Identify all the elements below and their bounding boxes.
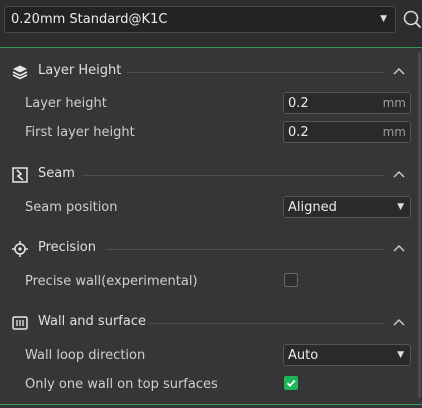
seam-position-select[interactable]: Aligned ▼ <box>283 196 411 218</box>
section-header-layer-height[interactable]: Layer Height <box>0 60 418 84</box>
setting-row-precise-wall: Precise wall(experimental) <box>0 270 418 294</box>
chevron-down-icon: ▼ <box>397 350 404 360</box>
search-icon[interactable] <box>402 9 422 31</box>
checkmark-icon <box>286 379 296 387</box>
preset-toolbar: 0.20mm Standard@K1C ▼ <box>0 0 422 48</box>
section-header-seam[interactable]: Seam <box>0 163 418 187</box>
section-title: Precision <box>38 240 97 255</box>
section-rule <box>106 249 384 250</box>
section-rule <box>148 323 384 324</box>
unit-label: mm <box>382 125 406 139</box>
section-title: Layer Height <box>38 63 122 78</box>
setting-label: First layer height <box>25 125 135 140</box>
chevron-up-icon[interactable] <box>392 317 406 327</box>
setting-label: Seam position <box>25 200 118 215</box>
chevron-down-icon: ▼ <box>380 14 387 24</box>
wall-icon <box>12 316 28 330</box>
preset-dropdown[interactable]: 0.20mm Standard@K1C ▼ <box>4 6 396 33</box>
section-title: Wall and surface <box>38 314 146 329</box>
crosshair-icon <box>12 241 28 257</box>
input-value: 0.2 <box>288 125 309 140</box>
chevron-up-icon[interactable] <box>392 243 406 253</box>
setting-label: Layer height <box>25 96 107 111</box>
select-value: Auto <box>288 348 319 363</box>
section-header-wall-and-surface[interactable]: Wall and surface <box>0 311 418 335</box>
first-layer-height-input[interactable]: 0.2 mm <box>283 121 411 143</box>
bottom-divider <box>0 404 422 405</box>
setting-row-seam-position: Seam position Aligned ▼ <box>0 196 418 220</box>
setting-label: Wall loop direction <box>25 348 146 363</box>
wall-loop-direction-select[interactable]: Auto ▼ <box>283 344 411 366</box>
setting-row-first-layer-height: First layer height 0.2 mm <box>0 121 418 145</box>
unit-label: mm <box>382 96 406 110</box>
setting-row-only-one-wall-top: Only one wall on top surfaces <box>0 373 418 397</box>
layer-height-input[interactable]: 0.2 mm <box>283 92 411 114</box>
setting-label: Precise wall(experimental) <box>25 274 198 289</box>
seam-icon <box>12 167 28 183</box>
scrollbar[interactable] <box>418 52 421 398</box>
input-value: 0.2 <box>288 96 309 111</box>
section-rule <box>82 175 384 176</box>
preset-value: 0.20mm Standard@K1C <box>11 12 168 27</box>
section-title: Seam <box>38 166 75 181</box>
chevron-up-icon[interactable] <box>392 66 406 76</box>
setting-label: Only one wall on top surfaces <box>25 377 218 392</box>
section-rule <box>126 72 384 73</box>
layers-icon <box>12 65 28 80</box>
setting-row-layer-height: Layer height 0.2 mm <box>0 92 418 116</box>
select-value: Aligned <box>288 200 337 215</box>
setting-row-wall-loop-direction: Wall loop direction Auto ▼ <box>0 344 418 368</box>
only-one-wall-top-checkbox[interactable] <box>284 376 298 390</box>
chevron-up-icon[interactable] <box>392 169 406 179</box>
precise-wall-checkbox[interactable] <box>284 273 298 287</box>
section-header-precision[interactable]: Precision <box>0 237 418 261</box>
chevron-down-icon: ▼ <box>397 202 404 212</box>
